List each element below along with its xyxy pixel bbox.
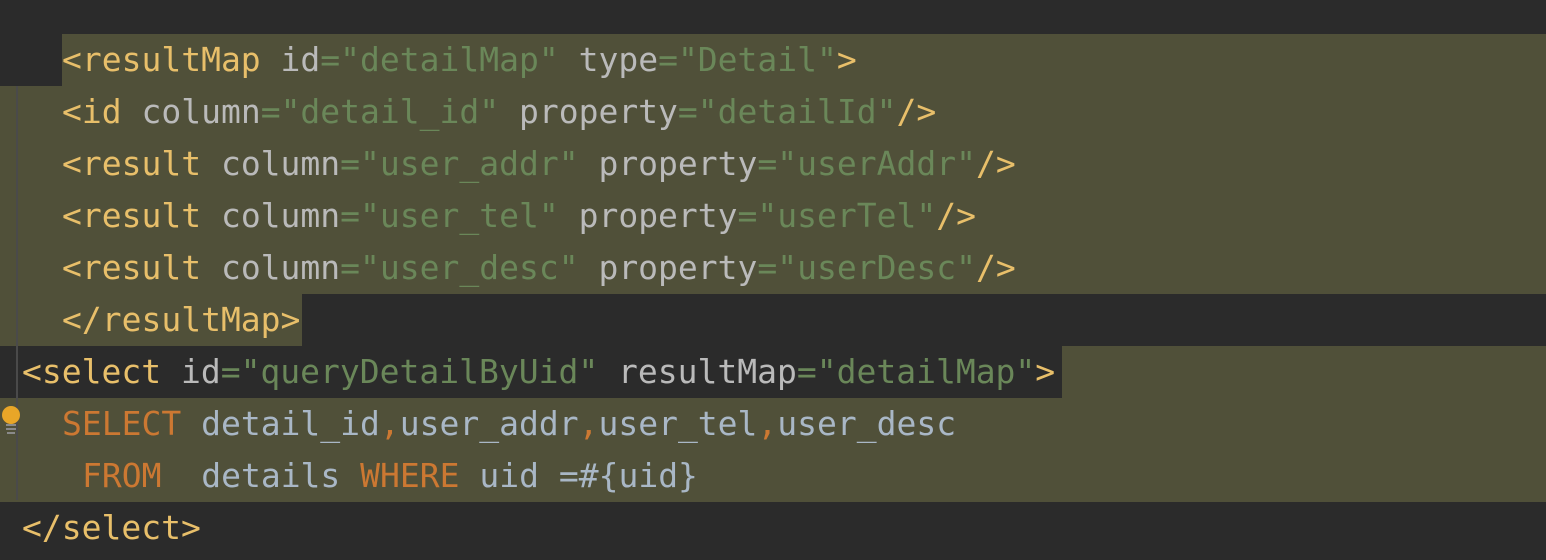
xml-value: "userAddr" [777, 144, 976, 183]
xml-attribute: id [161, 352, 221, 391]
code-line[interactable]: <result column="user_desc" property="use… [62, 242, 1016, 294]
equals-sign: = [658, 40, 678, 79]
xml-attribute: column [201, 248, 341, 287]
xml-value: "detailMap" [816, 352, 1036, 391]
code-line[interactable]: FROM details WHERE uid =#{uid} [82, 450, 698, 502]
code-line[interactable]: </select> [22, 502, 201, 554]
xml-attribute: column [201, 196, 341, 235]
code-line[interactable]: <resultMap id="detailMap" type="Detail"> [62, 34, 857, 86]
sql-keyword: WHERE [360, 456, 460, 495]
code-line[interactable]: </resultMap> [62, 294, 300, 346]
xml-attribute: column [201, 144, 341, 183]
xml-value: "detailId" [697, 92, 897, 131]
equals-sign: = [260, 92, 281, 131]
xml-attribute: property [578, 144, 758, 183]
code-line[interactable]: <select id="queryDetailByUid" resultMap=… [22, 346, 1055, 398]
sql-comma: , [379, 404, 400, 443]
xml-attribute: resultMap [598, 352, 797, 391]
xml-value: "detailMap" [340, 40, 559, 79]
code-editor[interactable]: <resultMap id="detailMap" type="Detail">… [0, 0, 1546, 560]
xml-value: "userTel" [757, 196, 937, 235]
xml-tag: <result [62, 144, 202, 183]
xml-attribute: property [499, 92, 678, 131]
equals-sign: = [737, 196, 758, 235]
xml-tag-close: /> [975, 144, 1016, 183]
sql-identifier: detail_id [181, 404, 380, 443]
xml-tag: <resultMap [62, 40, 261, 79]
indent-guide [16, 86, 18, 500]
sql-identifier: user_desc [777, 404, 957, 443]
xml-tag: <result [62, 248, 202, 287]
xml-value: "user_addr" [360, 144, 579, 183]
xml-value: "detail_id" [280, 92, 500, 131]
code-line[interactable]: <result column="user_addr" property="use… [62, 138, 1016, 190]
xml-attribute: column [121, 92, 261, 131]
sql-keyword: FROM [82, 456, 162, 495]
equals-sign: = [757, 144, 778, 183]
xml-tag: <result [62, 196, 202, 235]
sql-identifier: user_addr [399, 404, 579, 443]
xml-value: "queryDetailByUid" [240, 352, 599, 391]
sql-keyword: SELECT [62, 404, 182, 443]
xml-closing-tag: </select> [22, 508, 201, 547]
xml-tag: <select [22, 352, 162, 391]
xml-tag-close: > [836, 40, 857, 79]
sql-identifier: user_tel [598, 404, 758, 443]
xml-attribute: id [260, 40, 321, 79]
xml-tag: <id [62, 92, 122, 131]
code-line[interactable]: <id column="detail_id" property="detailI… [62, 86, 936, 138]
xml-tag-close: /> [936, 196, 976, 235]
code-line[interactable]: SELECT detail_id,user_addr,user_tel,user… [62, 398, 956, 450]
xml-attribute: property [558, 196, 738, 235]
xml-attribute: type [558, 40, 659, 79]
xml-tag-close: /> [896, 92, 937, 131]
equals-sign: = [796, 352, 817, 391]
code-line[interactable]: <result column="user_tel" property="user… [62, 190, 976, 242]
lightbulb-icon[interactable] [0, 404, 22, 434]
sql-text: uid =#{uid} [459, 456, 698, 495]
equals-sign: = [340, 248, 361, 287]
equals-sign: = [220, 352, 241, 391]
xml-tag-close: /> [975, 248, 1016, 287]
xml-attribute: property [578, 248, 758, 287]
equals-sign: = [340, 196, 361, 235]
xml-value: "Detail" [677, 40, 837, 79]
equals-sign: = [677, 92, 698, 131]
xml-value: "user_tel" [360, 196, 559, 235]
equals-sign: = [340, 144, 361, 183]
equals-sign: = [320, 40, 341, 79]
xml-value: "userDesc" [777, 248, 976, 287]
equals-sign: = [757, 248, 778, 287]
xml-tag-close: > [1035, 352, 1056, 391]
sql-text: details [161, 456, 361, 495]
selection-highlight [1062, 346, 1546, 398]
xml-value: "user_desc" [360, 248, 579, 287]
sql-comma: , [757, 404, 778, 443]
xml-closing-tag: </resultMap> [62, 300, 301, 339]
sql-comma: , [578, 404, 599, 443]
